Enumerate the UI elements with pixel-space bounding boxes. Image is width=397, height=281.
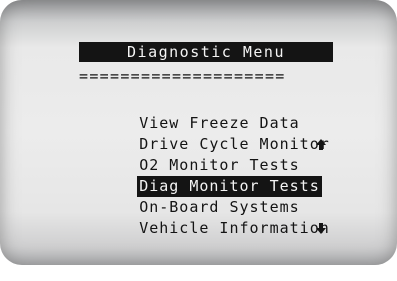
menu-item-drive-cycle-monitor[interactable]: Drive Cycle Monitor [77,113,337,153]
title-separator: ==================== [79,67,286,85]
menu-title: Diagnostic Menu [79,42,333,62]
menu-list: View Freeze Data Drive Cycle Monitor O2 … [77,92,337,237]
scan-tool-screen: Diagnostic Menu ==================== Vie… [0,0,397,265]
menu-item-on-board-systems[interactable]: On-Board Systems [77,176,337,234]
menu-item-view-freeze-data[interactable]: View Freeze Data [77,92,337,150]
menu-item-o2-monitor-tests[interactable]: O2 Monitor Tests [77,134,337,174]
menu-item-vehicle-information[interactable]: Vehicle Information [77,197,337,237]
arrow-down-icon [314,176,328,234]
arrow-up-icon [314,92,328,150]
menu-item-label: Vehicle Information [139,219,330,237]
menu-item-diag-monitor-tests[interactable]: Diag Monitor Tests [77,155,337,197]
